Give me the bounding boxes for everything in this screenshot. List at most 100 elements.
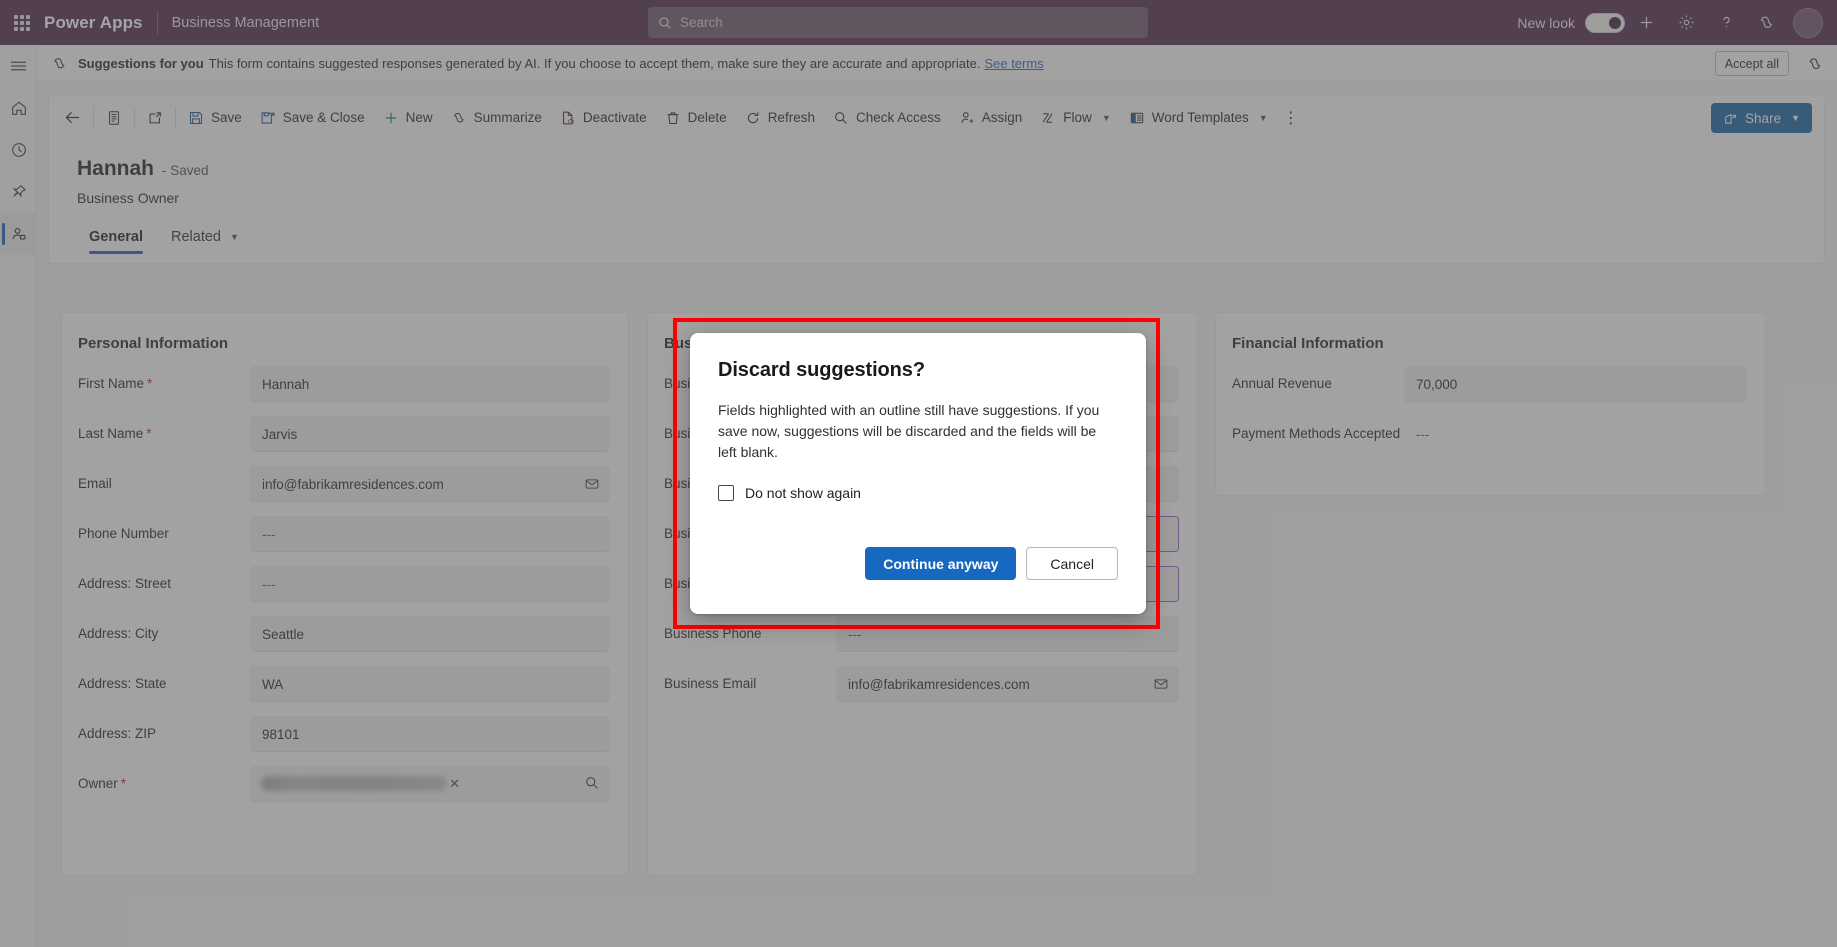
record-header: Hannah - Saved Business Owner General Re…: [48, 139, 1825, 264]
owner-redacted-value: [261, 776, 447, 791]
field-label: Last Name *: [78, 426, 152, 441]
payment-methods-accepted-input[interactable]: ---: [1404, 416, 1747, 452]
help-icon[interactable]: [1707, 4, 1745, 42]
tab-general[interactable]: General: [77, 223, 155, 256]
form-selector-button[interactable]: [97, 101, 131, 135]
field-label: Address: State: [78, 676, 167, 691]
flow-label: Flow: [1063, 109, 1092, 125]
chevron-down-icon: ▼: [229, 232, 239, 242]
field-annual-revenue: Annual Revenue 70,000: [1216, 366, 1765, 402]
field-address-zip: Address: ZIP 98101: [62, 716, 628, 752]
dialog-actions: Continue anyway Cancel: [865, 547, 1118, 580]
form-tabs: General Related ▼: [77, 223, 251, 256]
command-bar: Save Save & Close New Summarize Deactiva…: [48, 95, 1825, 139]
address-zip-input[interactable]: 98101: [250, 716, 610, 752]
field-label: Address: Street: [78, 576, 172, 591]
continue-anyway-button[interactable]: Continue anyway: [865, 547, 1017, 580]
popout-button[interactable]: [138, 101, 172, 135]
do-not-show-again-checkbox[interactable]: Do not show again: [718, 485, 1118, 501]
flow-button[interactable]: Flow ▼: [1031, 101, 1119, 135]
suite-bar: Power Apps Business Management New look: [0, 0, 1837, 45]
plus-icon[interactable]: [1627, 4, 1665, 42]
delete-label: Delete: [687, 109, 727, 125]
assign-label: Assign: [981, 109, 1023, 125]
field-label: Business Email: [664, 676, 757, 691]
annual-revenue-input[interactable]: 70,000: [1404, 366, 1747, 402]
save-button[interactable]: Save: [179, 101, 251, 135]
first-name-input[interactable]: Hannah: [250, 366, 610, 402]
record-name: Hannah: [77, 157, 155, 180]
copilot-icon[interactable]: [1747, 4, 1785, 42]
personal-information-section: Personal Information First Name * Hannah …: [61, 312, 629, 876]
save-and-close-label: Save & Close: [282, 109, 365, 125]
sidebar-item-contacts[interactable]: [0, 213, 37, 255]
summarize-button[interactable]: Summarize: [442, 101, 551, 135]
checkbox-label: Do not show again: [745, 485, 861, 501]
pinned-icon[interactable]: [0, 171, 37, 213]
search-icon[interactable]: [584, 775, 600, 791]
field-phone-number: Phone Number ---: [62, 516, 628, 552]
new-look-label: New look: [1517, 14, 1575, 31]
clear-icon[interactable]: ✕: [449, 776, 460, 792]
banner-text: This form contains suggested responses g…: [208, 55, 981, 71]
copilot-panel-icon[interactable]: [1803, 53, 1827, 75]
command-divider: [93, 106, 94, 129]
brand-label[interactable]: Power Apps: [44, 13, 157, 33]
home-icon[interactable]: [0, 87, 37, 129]
cancel-button[interactable]: Cancel: [1026, 547, 1118, 580]
tab-related[interactable]: Related ▼: [159, 223, 251, 256]
field-label: Payment Methods Accepted: [1232, 426, 1401, 441]
recent-icon[interactable]: [0, 129, 37, 171]
ai-suggestions-banner: Suggestions for you This form contains s…: [37, 45, 1837, 82]
field-owner: Owner * ✕: [62, 766, 628, 802]
checkbox-box[interactable]: [718, 485, 734, 501]
assign-button[interactable]: Assign: [950, 101, 1032, 135]
section-title: Financial Information: [1232, 335, 1384, 352]
check-access-label: Check Access: [855, 109, 941, 125]
avatar[interactable]: [1793, 7, 1823, 38]
summarize-label: Summarize: [473, 109, 542, 125]
business-phone-input[interactable]: ---: [836, 616, 1179, 652]
refresh-label: Refresh: [767, 109, 815, 125]
address-state-input[interactable]: WA: [250, 666, 610, 702]
mail-icon[interactable]: [1144, 667, 1178, 701]
word-templates-label: Word Templates: [1151, 109, 1249, 125]
tab-general-label: General: [89, 229, 143, 245]
check-access-button[interactable]: Check Access: [824, 101, 950, 135]
see-terms-link[interactable]: See terms: [984, 56, 1043, 71]
refresh-button[interactable]: Refresh: [736, 101, 824, 135]
dialog-body-text: Fields highlighted with an outline still…: [718, 402, 1100, 460]
waffle-icon[interactable]: [0, 14, 44, 31]
back-button[interactable]: [55, 101, 90, 135]
new-label: New: [405, 109, 433, 125]
copilot-sparkle-icon: [51, 55, 68, 72]
mail-icon[interactable]: [575, 467, 609, 501]
global-search[interactable]: [648, 7, 1148, 38]
tab-related-label: Related: [171, 229, 221, 245]
save-and-close-button[interactable]: Save & Close: [251, 101, 374, 135]
new-button[interactable]: New: [374, 101, 442, 135]
business-email-input[interactable]: info@fabrikamresidences.com: [836, 666, 1179, 702]
app-name-label[interactable]: Business Management: [158, 15, 320, 31]
address-city-input[interactable]: Seattle: [250, 616, 610, 652]
accept-all-button[interactable]: Accept all: [1714, 51, 1789, 76]
phone-number-input[interactable]: ---: [250, 516, 610, 552]
word-templates-button[interactable]: Word Templates ▼: [1120, 101, 1277, 135]
gear-icon[interactable]: [1667, 4, 1705, 42]
delete-button[interactable]: Delete: [656, 101, 736, 135]
last-name-input[interactable]: Jarvis: [250, 416, 610, 452]
address-street-input[interactable]: ---: [250, 566, 610, 602]
share-button[interactable]: Share ▼: [1711, 103, 1812, 133]
email-input[interactable]: info@fabrikamresidences.com: [250, 466, 610, 502]
owner-lookup-input[interactable]: ✕: [250, 766, 610, 802]
chevron-down-icon: ▼: [1101, 112, 1111, 123]
search-input[interactable]: [680, 15, 1138, 30]
field-label: Owner *: [78, 776, 127, 791]
hamburger-menu-icon[interactable]: [0, 45, 37, 87]
command-divider: [134, 106, 135, 129]
suite-bar-actions: New look: [1517, 0, 1837, 45]
new-look-toggle[interactable]: [1585, 12, 1625, 33]
overflow-menu-button[interactable]: ⋮: [1277, 103, 1305, 133]
command-divider: [175, 106, 176, 129]
deactivate-button[interactable]: Deactivate: [551, 101, 656, 135]
